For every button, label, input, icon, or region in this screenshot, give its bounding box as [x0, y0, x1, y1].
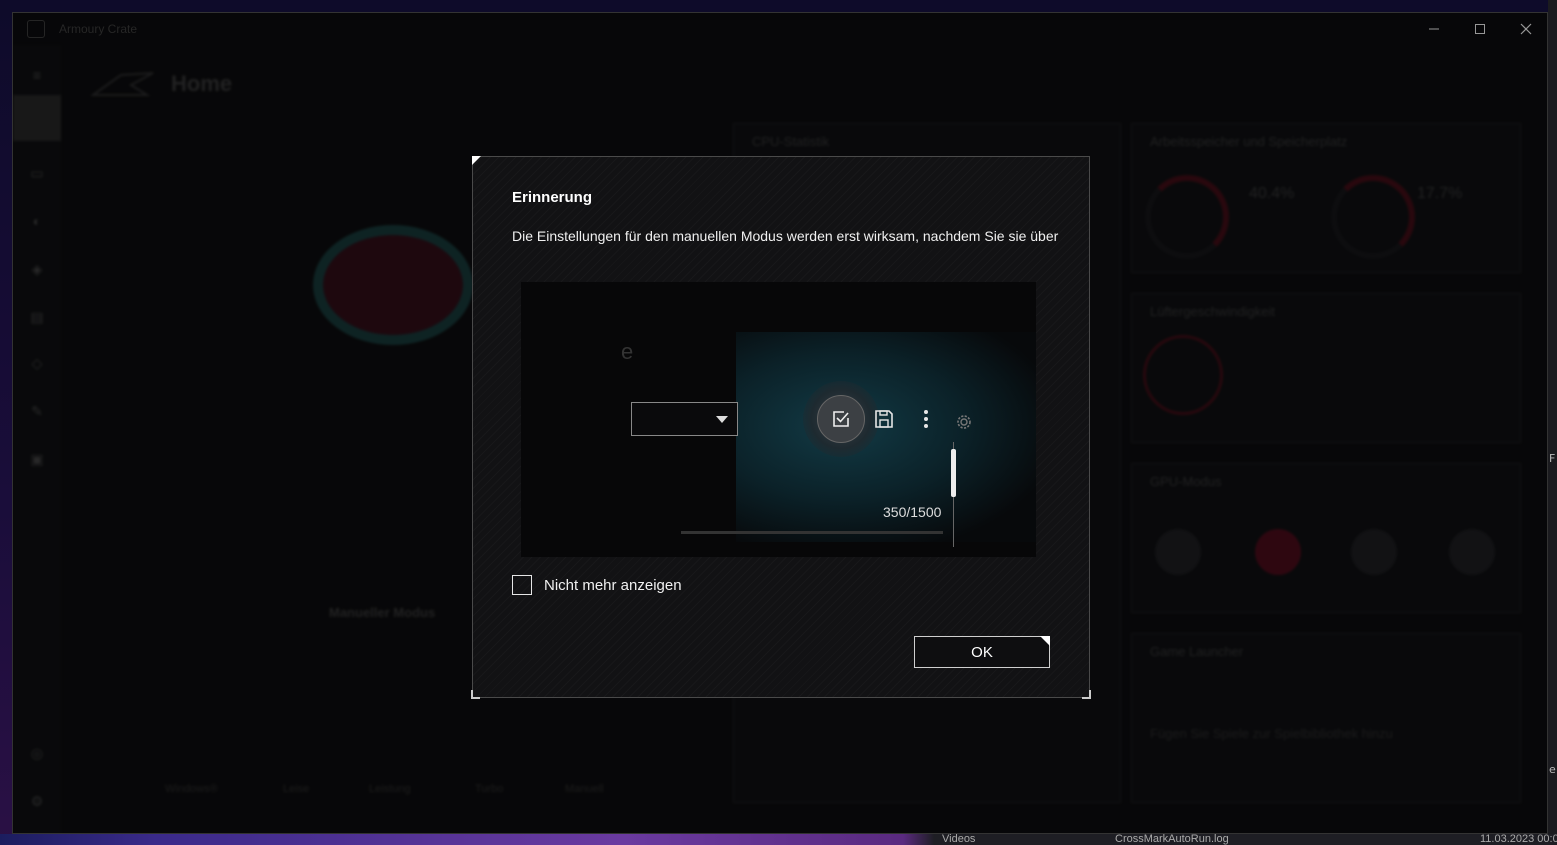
chevron-down-icon — [716, 416, 728, 423]
gear-icon — [957, 415, 971, 429]
button-corner-accent — [1040, 636, 1050, 646]
instruction-preview-image: e 350/1500 — [521, 282, 1036, 557]
taskbar-item-log[interactable]: CrossMarkAutoRun.log — [1115, 834, 1229, 845]
ok-button-label: OK — [971, 643, 993, 661]
taskbar-item-videos[interactable]: Videos — [942, 834, 975, 845]
preview-progress-bar — [681, 531, 943, 534]
dialog-corner-accent — [1082, 690, 1091, 699]
dont-show-again-checkbox[interactable] — [512, 575, 532, 595]
apply-check-icon — [833, 411, 849, 427]
dont-show-again-row[interactable]: Nicht mehr anzeigen — [512, 575, 682, 595]
preview-slider-thumb — [951, 449, 956, 497]
more-vertical-icon — [924, 410, 928, 428]
desktop-edge-label: e — [1549, 763, 1556, 776]
desktop-edge-label: F — [1549, 452, 1556, 465]
preview-partial-label: e — [621, 339, 634, 364]
dialog-corner-accent — [472, 156, 481, 165]
preview-value-readout: 350/1500 — [883, 504, 942, 520]
desktop-edge-strip — [1548, 0, 1557, 845]
dialog-title: Erinnerung — [512, 189, 593, 206]
taskbar — [0, 834, 1557, 845]
preview-profile-select — [631, 402, 738, 436]
armoury-crate-window: Armoury Crate ≡ ▭ ◐ ◈ ▤ ◇ ✎ ▣ ◎ ⚙ Home M… — [12, 12, 1548, 834]
dialog-corner-accent — [471, 690, 480, 699]
save-icon — [875, 410, 893, 428]
dialog-message: Die Einstellungen für den manuellen Modu… — [512, 228, 1059, 244]
taskbar-clock[interactable]: 11.03.2023 00:0 — [1480, 834, 1557, 845]
reminder-dialog: Erinnerung Die Einstellungen für den man… — [471, 156, 1091, 699]
ok-button[interactable]: OK — [914, 636, 1050, 668]
dont-show-again-label[interactable]: Nicht mehr anzeigen — [544, 577, 682, 594]
preview-apply-button — [817, 395, 865, 443]
